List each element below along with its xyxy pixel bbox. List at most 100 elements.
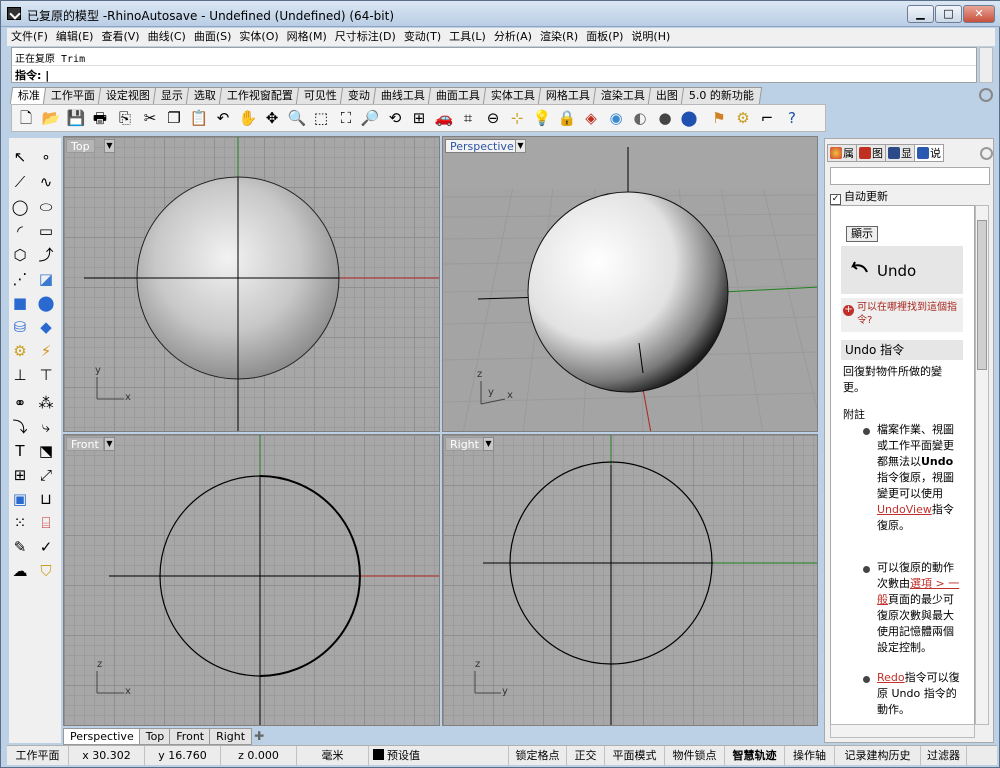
viewport-front[interactable]: x z Front ▼: [63, 434, 440, 726]
menu-transform[interactable]: 变动(T): [400, 28, 445, 46]
ellipse-icon[interactable]: ⬭: [35, 196, 57, 218]
surface-points-icon[interactable]: ⋰: [9, 268, 31, 290]
command-area[interactable]: 正在复原 Trim 指令: |: [11, 47, 977, 83]
menu-solid[interactable]: 实体(O): [235, 28, 282, 46]
material-icon[interactable]: ◈: [581, 108, 601, 128]
shaded-icon[interactable]: ◐: [630, 108, 650, 128]
tab-visibility[interactable]: 可见性: [295, 87, 346, 104]
new-icon[interactable]: 🗋: [16, 108, 36, 128]
freeform-icon[interactable]: ⤴: [35, 244, 57, 266]
named-views-icon[interactable]: ⌗: [458, 108, 478, 128]
tab-cplanes[interactable]: 工作平面: [42, 87, 104, 104]
check-icon[interactable]: ✓: [35, 536, 57, 558]
add-viewport-icon[interactable]: ✚: [254, 729, 268, 743]
zoom-extents-icon[interactable]: ⛶: [336, 108, 356, 128]
minimize-button[interactable]: ▁: [907, 5, 934, 23]
copy-icon[interactable]: ❐: [164, 108, 184, 128]
sphere-icon[interactable]: ⬤: [35, 292, 57, 314]
scale-icon[interactable]: ⬔: [35, 440, 57, 462]
panel-gear-icon[interactable]: [980, 147, 993, 160]
tab-solid-tools[interactable]: 实体工具: [482, 87, 544, 104]
viewport-perspective[interactable]: x y z Perspective ▼: [442, 136, 818, 432]
pan-icon[interactable]: ✋: [238, 108, 258, 128]
lightning-icon[interactable]: ⚡: [35, 340, 57, 362]
options-icon[interactable]: ⚑: [709, 108, 729, 128]
status-planar[interactable]: 平面模式: [605, 746, 665, 766]
blend-icon[interactable]: ⤷: [35, 416, 57, 438]
help-search-input[interactable]: [830, 167, 990, 185]
tab-curve-tools[interactable]: 曲线工具: [372, 87, 434, 104]
viewport-menu-icon[interactable]: ▼: [104, 437, 115, 451]
solid-box-icon[interactable]: ▣: [9, 488, 31, 510]
text-icon[interactable]: ✎: [9, 536, 31, 558]
viewport-label-right[interactable]: Right: [445, 437, 484, 451]
status-gumball[interactable]: 操作轴: [785, 746, 835, 766]
boolean-icon[interactable]: ⚭: [9, 392, 31, 414]
status-history[interactable]: 记录建构历史: [835, 746, 921, 766]
vptab-perspective[interactable]: Perspective: [63, 728, 141, 745]
menu-edit[interactable]: 编辑(E): [52, 28, 98, 46]
fillet-icon[interactable]: ⤵: [9, 416, 31, 438]
status-ortho[interactable]: 正交: [567, 746, 605, 766]
cloud-icon[interactable]: ☁: [9, 560, 31, 582]
undo-icon[interactable]: ↶: [213, 108, 233, 128]
panel-tab-display[interactable]: 显: [885, 144, 915, 162]
viewport-top[interactable]: x y Top ▼: [63, 136, 440, 432]
vptab-right[interactable]: Right: [209, 728, 253, 745]
menu-panels[interactable]: 面板(P): [582, 28, 627, 46]
redo-link[interactable]: Redo: [877, 671, 905, 684]
panel-tab-layers[interactable]: 图: [856, 144, 886, 162]
lock-icon[interactable]: 🔒: [557, 108, 577, 128]
menu-help[interactable]: 说明(H): [627, 28, 674, 46]
point-icon[interactable]: ∘: [35, 146, 57, 168]
rendered-icon[interactable]: ●: [655, 108, 675, 128]
print-icon[interactable]: 🖶: [90, 108, 110, 128]
rotate-view-icon[interactable]: ✥: [262, 108, 282, 128]
menu-tools[interactable]: 工具(L): [445, 28, 490, 46]
viewport-label-front[interactable]: Front: [66, 437, 104, 451]
zoom-selected-icon[interactable]: 🔎: [360, 108, 380, 128]
curve-icon[interactable]: ∿: [35, 171, 57, 193]
menu-curve[interactable]: 曲线(C): [144, 28, 190, 46]
rectangle-icon[interactable]: ▭: [35, 220, 57, 242]
cut-icon[interactable]: ✂: [140, 108, 160, 128]
where-to-find-link[interactable]: + 可以在哪裡找到這個指令?: [841, 298, 963, 332]
render-icon[interactable]: ⬤: [679, 108, 699, 128]
menu-view[interactable]: 查看(V): [97, 28, 143, 46]
status-cplane[interactable]: 工作平面: [7, 746, 69, 766]
bend-icon[interactable]: ⤢: [35, 464, 57, 486]
undoview-link[interactable]: UndoView: [877, 503, 932, 516]
menu-mesh[interactable]: 网格(M): [283, 28, 331, 46]
gear-tools-icon[interactable]: ⚙: [9, 340, 31, 362]
select-icon[interactable]: ↖: [9, 146, 31, 168]
menu-analyze[interactable]: 分析(A): [490, 28, 536, 46]
color-wheel-icon[interactable]: ◉: [606, 108, 626, 128]
extrude-icon[interactable]: ⊥: [9, 364, 31, 386]
panel-tab-help[interactable]: 说: [914, 144, 944, 162]
rotate-icon[interactable]: ⟲: [385, 108, 405, 128]
zoom-window-icon[interactable]: ⬚: [311, 108, 331, 128]
split-icon[interactable]: ⁂: [35, 392, 57, 414]
panel-tab-properties[interactable]: 属: [827, 144, 857, 162]
align-icon[interactable]: ⌸: [35, 512, 57, 534]
status-smarttrack[interactable]: 智慧轨迹: [725, 746, 785, 766]
command-scrollbar[interactable]: [979, 47, 993, 83]
viewport-menu-icon[interactable]: ▼: [483, 437, 494, 451]
rhino-app-icon[interactable]: [7, 7, 21, 20]
help-horizontal-scrollbar[interactable]: [830, 724, 975, 738]
show-button[interactable]: 顯示: [846, 226, 878, 242]
grid-snap-icon[interactable]: ⌐: [757, 108, 777, 128]
maximize-button[interactable]: □: [935, 5, 962, 23]
car-icon[interactable]: 🚗: [434, 108, 454, 128]
close-button[interactable]: ✕: [963, 5, 995, 23]
viewport-menu-icon[interactable]: ▼: [515, 139, 526, 153]
import-icon[interactable]: ⎘: [115, 108, 135, 128]
move-icon[interactable]: T: [9, 440, 31, 462]
grid-array-icon[interactable]: ⁙: [9, 512, 31, 534]
viewport-label-top[interactable]: Top: [66, 139, 95, 153]
scroll-thumb[interactable]: [977, 220, 987, 370]
viewport-right[interactable]: y z Right ▼: [442, 434, 818, 726]
auto-update-checkbox[interactable]: ✓ 自动更新: [830, 188, 888, 205]
tab-render-tools[interactable]: 渲染工具: [592, 87, 654, 104]
open-icon[interactable]: 📂: [41, 108, 61, 128]
